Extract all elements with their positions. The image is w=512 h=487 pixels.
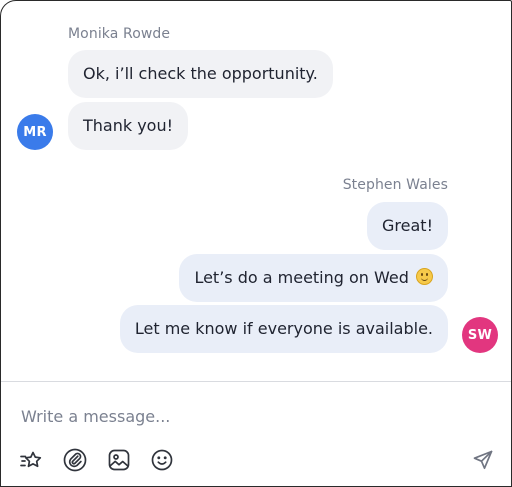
incoming-sender-name: Monika Rowde — [68, 26, 171, 42]
message-input[interactable] — [21, 401, 481, 431]
emoji-icon[interactable] — [148, 446, 176, 474]
outgoing-message-bubble[interactable]: Great! — [367, 202, 448, 250]
outgoing-message-bubble[interactable]: Let’s do a meeting on Wed — [179, 254, 448, 302]
avatar-monika-rowde[interactable]: MR — [17, 114, 53, 150]
chat-window: Monika Rowde Ok, i’ll check the opportun… — [0, 0, 512, 487]
message-text: Let’s do a meeting on Wed — [194, 268, 409, 287]
outgoing-sender-name: Stephen Wales — [342, 177, 448, 193]
slightly-smiling-face-icon — [416, 268, 433, 285]
incoming-message-bubble[interactable]: Thank you! — [68, 102, 189, 150]
send-icon[interactable] — [469, 446, 497, 474]
composer-divider — [1, 381, 511, 382]
incoming-message-bubble[interactable]: Ok, i’ll check the opportunity. — [68, 50, 333, 98]
avatar-stephen-wales[interactable]: SW — [462, 317, 498, 353]
outgoing-message-bubble[interactable]: Let me know if everyone is available. — [119, 305, 448, 353]
sparkle-star-icon[interactable] — [17, 446, 45, 474]
message-thread: Monika Rowde Ok, i’ll check the opportun… — [1, 1, 511, 381]
image-icon[interactable] — [105, 446, 133, 474]
attachment-icon[interactable] — [61, 446, 89, 474]
